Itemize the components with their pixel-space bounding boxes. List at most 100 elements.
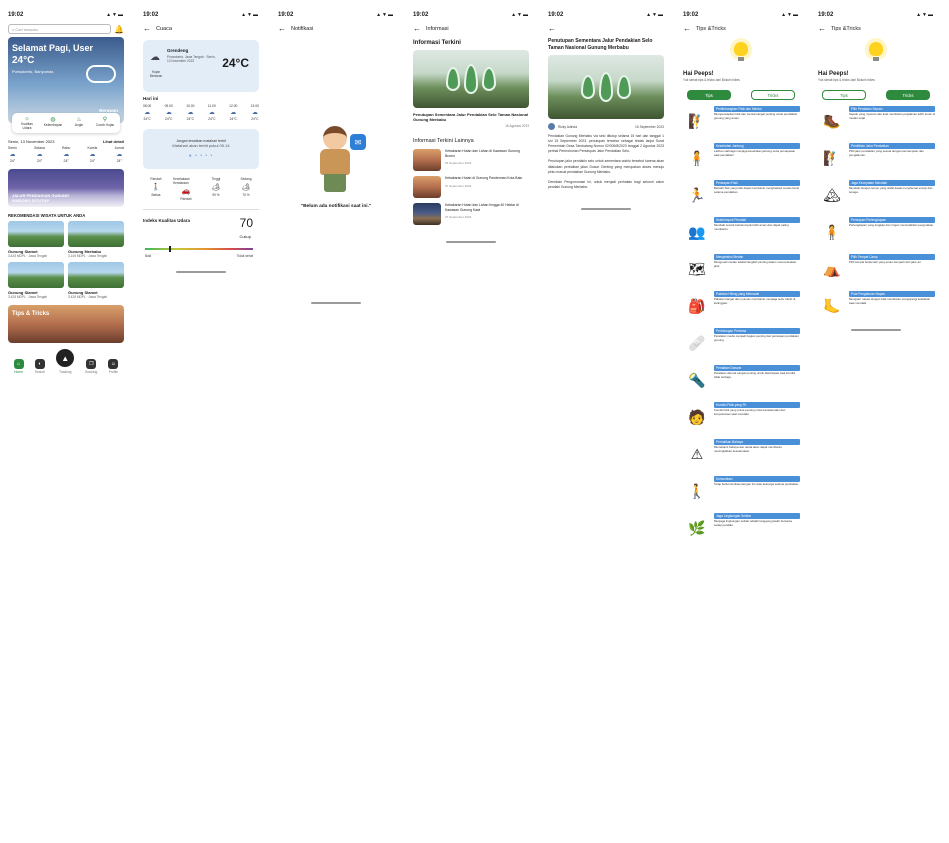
reco-card[interactable]: Gunung Slamet 3.428 MDPL · Jawa Tengah [8, 221, 64, 258]
chip-label: Kelembapan [43, 123, 63, 127]
tab-tips[interactable]: Tips [822, 90, 866, 100]
app-screens-collage: 19:02 ▲▼▬ ⌕ Cari sesuatu 🔔 Selamat Pagi,… [0, 0, 949, 843]
tip-illustration-icon: 👥 [688, 223, 706, 240]
news-list-item[interactable]: Kebakaran Hutan dan Lahan di Kawasan Gun… [413, 149, 529, 172]
page-title: Tips &Tricks [831, 26, 861, 32]
carousel-dots[interactable]: ● • • • • [143, 153, 259, 159]
tip-item[interactable]: ⚠ Perhatikan Bahaya Memahami bahaya dan ta… [683, 439, 800, 469]
nav-search[interactable]: ◐ Search [35, 359, 45, 374]
tip-illustration-icon: 🧍 [823, 223, 841, 240]
stat-item: Sedang 🏕 70 % [233, 177, 259, 201]
boy-legs [324, 174, 346, 192]
tab-tips[interactable]: Tips [687, 90, 731, 100]
page-title: Informasi [426, 26, 449, 32]
card-region: 3.428 MDPL · Jawa Tengah [8, 295, 48, 299]
tip-item[interactable]: 🏃 Persiapan Fisik Berlatih fisik yang baik… [683, 180, 800, 210]
tip-item[interactable]: 🥾 Pilih Peralatan Sepatu Sepatu yang nyama… [818, 106, 935, 136]
back-arrow-icon[interactable]: ← [548, 25, 556, 33]
weather-hero[interactable]: Selamat Pagi, User 24°C Purwokerto, Bany… [8, 37, 124, 123]
tip-illustration-icon: 🎒 [688, 297, 706, 314]
aqi-scale-labels: Baik Tidak sehat [145, 254, 253, 258]
tip-item[interactable]: 🗺 Mengetahui Medan Mengenali medan adalah … [683, 254, 800, 284]
tip-illustration-icon: 🦶 [823, 297, 841, 314]
tip-description: Mengenali medan adalah langkah penting d… [714, 260, 797, 268]
day-temp: 24° [9, 159, 16, 163]
tip-item[interactable]: 🩹 Pertolongan Pertama Peralatan medis menj… [683, 328, 800, 358]
top-bar: ← Informasi [409, 22, 533, 36]
nav-booking[interactable]: ❐ Booking [85, 359, 97, 374]
closure-banner[interactable]: JALUR PENDAKIAN GUNUNG SINDORO DITUTUP [8, 169, 124, 207]
hour-temp: 24°C [251, 117, 259, 121]
bell-icon[interactable]: 🔔 [114, 25, 124, 34]
back-arrow-icon[interactable]: ← [143, 25, 151, 33]
status-time: 19:02 [683, 12, 699, 18]
news-item-date: 06 September 2023 [445, 161, 472, 166]
tip-body: Pilih Peralatan Sepatu Sepatu yang nyaman… [849, 106, 935, 136]
reco-card[interactable]: Gunung Merbabu 3.145 MDPL · Jawa Tengah [68, 221, 124, 258]
tip-item[interactable]: ⛺ Pilih Tempat Camp Pilih tempat berkemah … [818, 254, 935, 284]
signal-icon: ▲▼▬ [106, 12, 124, 18]
hour-label: 13.00 [250, 104, 259, 108]
forecast-day: Rabu ☁ 24° [62, 146, 70, 163]
leaf-logo [599, 72, 613, 102]
status-time: 19:02 [278, 12, 294, 18]
tip-item[interactable]: 🏔 Jaga Kecepatan Mendaki Mendaki dengan te… [818, 180, 935, 210]
back-arrow-icon[interactable]: ← [278, 25, 286, 33]
tip-description: Mempersiapkan fisik dan mental sangat pe… [714, 112, 798, 120]
news-item-date: 07 September 2023 [445, 183, 472, 188]
tip-description: Mendaki dengan tempo yang stabil dapat m… [849, 186, 933, 194]
chip-humidity[interactable]: ◍ Kelembapan [43, 116, 63, 130]
mountain-photo [68, 262, 124, 288]
tab-tricks[interactable]: Tricks [886, 90, 930, 100]
aqi-value: 70 [239, 216, 253, 230]
tip-item[interactable]: 🎒 Pakaian Hiking yang Memadai Pakaian hang… [683, 291, 800, 321]
tip-item[interactable]: 🦶 Pola Pengaturan Napas Mengatur napas den… [818, 291, 935, 321]
chip-air[interactable]: ☼ Kualitas Udara [17, 116, 37, 130]
tip-item[interactable]: 🧗 Pemilihan Jalur Pendakian Pilih jalur pe… [818, 143, 935, 173]
back-arrow-icon[interactable]: ← [818, 25, 826, 33]
info-screen: 19:02 ▲▼▬ ← Informasi Informasi Terkini … [409, 8, 533, 244]
see-detail-link[interactable]: Lihat detail [103, 139, 124, 144]
news-list-item[interactable]: Kebakaran Hutan dan Lahan hingga 40 Hekt… [413, 203, 529, 226]
reco-card[interactable]: Gunung Slamet 3.428 MDPL · Jawa Tengah [68, 262, 124, 299]
tip-body: Mengetahui Medan Mengenali medan adalah l… [714, 254, 800, 284]
chip-wind[interactable]: ♨ Angin [69, 116, 89, 130]
page-title: Cuaca [156, 26, 172, 32]
stat-label: Kecelakaan Kendaraan [173, 177, 190, 185]
forecast-day: Senin ☁ 24° [8, 146, 17, 163]
tip-item[interactable]: 🧍 Kesehatan Jantung Latihan olahraga menja… [683, 143, 800, 173]
hour-label: 09.00 [164, 104, 173, 108]
tip-item[interactable]: 👥 Sekelompok Pendaki Mendaki secara berkel… [683, 217, 800, 247]
news-headline[interactable]: Penutupan Sementara Jalur Pendakian Selo… [413, 112, 529, 122]
tips-banner[interactable]: Tips & Tricks [8, 305, 124, 343]
status-bar: 19:02 ▲▼▬ [274, 8, 398, 22]
hour-temp: 24°C [165, 117, 173, 121]
nav-home[interactable]: ⌂ Home [13, 359, 24, 374]
tip-illustration-icon: ⛺ [823, 260, 841, 277]
nav-profile[interactable]: ☺ Profile [108, 359, 119, 374]
tip-item[interactable]: 🧑 Kondisi Fisik yang Fit Kondisi fisik yan… [683, 402, 800, 432]
tip-description: Berlatih fisik yang baik dapat membantu … [714, 186, 800, 194]
tip-item[interactable]: 🔦 Peralatan Darurat Peralatan darurat sang… [683, 365, 800, 395]
tab-tricks[interactable]: Tricks [751, 90, 795, 100]
chip-rain[interactable]: ⚲ Curah Hujan [95, 116, 115, 130]
tip-illustration-icon: 🩹 [688, 334, 706, 351]
back-arrow-icon[interactable]: ← [413, 25, 421, 33]
hourly-forecast: 08.00 ☁ 24°C 09.00 ☁ 24°C 10.00 ☁ 24°C 11.00 ☁ 2… [143, 104, 259, 121]
search-input[interactable]: ⌕ Cari sesuatu [8, 24, 112, 34]
hour-item: 12.00 ☁ 24°C [229, 104, 237, 121]
news-hero-image[interactable] [413, 50, 529, 108]
chip-label: Curah Hujan [95, 123, 115, 127]
reco-card[interactable]: Gunung Slamet 3.428 MDPL · Jawa Tengah [8, 262, 64, 299]
greeting: Selamat Pagi, User [12, 43, 94, 53]
aqi-level: Cukup [239, 234, 251, 239]
nav-tracking[interactable]: ▲ Tracking [56, 349, 75, 374]
tip-item[interactable]: 🧍 Persiapan Perlengkapan Perlengkapan yang… [818, 217, 935, 247]
sunrise-card[interactable]: Jangan lewatkan matahari terbit Matahari… [143, 129, 259, 169]
tip-item[interactable]: 🌿 Jaga Lingkungan Sekitar Menjaga lingkung… [683, 513, 800, 543]
tip-item[interactable]: 🧗 Pertimbangkan Fisik dan Mental Mempersia… [683, 106, 800, 136]
tip-item[interactable]: 🚶 Komunikasi Tetap berkomunikasi dengan ti… [683, 476, 800, 506]
news-list-item[interactable]: Kebakaran Hutan di Gunung Panderman Kota… [413, 176, 529, 199]
tip-body: Peralatan Darurat Peralatan darurat sanga… [714, 365, 800, 395]
back-arrow-icon[interactable]: ← [683, 25, 691, 33]
